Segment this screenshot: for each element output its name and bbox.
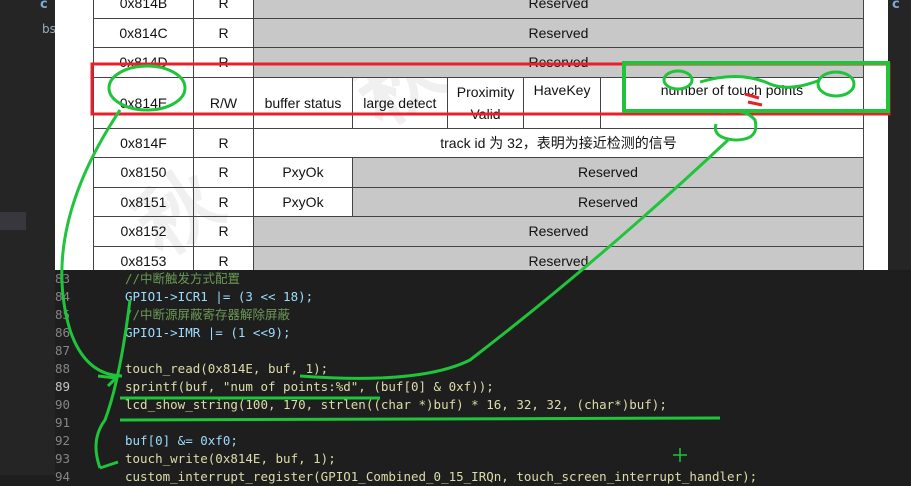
addr-cell: 0x814B xyxy=(93,0,194,19)
rw-cell: R xyxy=(193,216,254,247)
addr-cell: 0x814E xyxy=(93,76,194,129)
line-number: 93 xyxy=(55,451,71,466)
reserved-cell: Reserved xyxy=(253,216,864,247)
datasheet-screenshot: 秋 秋 秋 0x814B R Reserved 0x814C R Reserve… xyxy=(55,0,888,270)
line-number: 88 xyxy=(55,361,71,376)
sidebar-c-label: c xyxy=(40,0,48,12)
bit-buffer-status: buffer status xyxy=(253,76,353,129)
pxyok-cell: PxyOk xyxy=(253,157,353,188)
code-line-88[interactable]: touch_read(0x814E, buf, 1); xyxy=(125,360,328,378)
track-id-cell: track id 为 32，表明为接近检测的信号 xyxy=(253,127,864,158)
code-line-92[interactable]: buf[0] &= 0xf0; xyxy=(125,432,238,450)
code-line-85[interactable]: //中断源屏蔽寄存器解除屏蔽 xyxy=(125,306,290,324)
code-editor[interactable]: 83 84 85 86 87 88 89 90 91 92 93 94 //中断… xyxy=(55,270,911,484)
line-number: 90 xyxy=(55,397,71,412)
addr-cell: 0x814D xyxy=(93,47,194,78)
addr-cell: 0x8152 xyxy=(93,216,194,247)
line-number: 91 xyxy=(55,415,71,430)
code-line-93[interactable]: touch_write(0x814E, buf, 1); xyxy=(125,450,336,468)
activity-sidebar: c bs xyxy=(0,0,56,475)
register-table: 0x814B R Reserved 0x814C R Reserved 0x81… xyxy=(93,0,865,270)
line-number: 83 xyxy=(55,271,71,286)
rw-cell: R xyxy=(193,186,254,217)
code-line-83[interactable]: //中断触发方式配置 xyxy=(125,270,240,288)
table-row: 0x814C R Reserved xyxy=(93,17,864,48)
bit-number-of-touch-points: number of touch points xyxy=(599,76,865,129)
code-line-86[interactable]: GPIO1->IMR |= (1 <<9); xyxy=(125,324,291,342)
rw-cell: R/W xyxy=(193,76,254,129)
line-number: 86 xyxy=(55,325,71,340)
line-number-active: 89 xyxy=(55,379,71,394)
rw-cell: R xyxy=(193,127,254,158)
table-row: 0x814F R track id 为 32，表明为接近检测的信号 xyxy=(93,127,864,158)
table-row: 0x8153 R Reserved xyxy=(93,245,864,270)
reserved-cell: Reserved xyxy=(253,47,864,78)
code-line-89[interactable]: sprintf(buf, "num of points:%d", (buf[0]… xyxy=(125,378,494,396)
table-row: 0x8152 R Reserved xyxy=(93,216,864,247)
bit-large-detect: large detect xyxy=(351,76,448,129)
bit-havekey: HaveKey xyxy=(523,76,601,129)
addr-cell: 0x814F xyxy=(93,127,194,158)
rw-cell: R xyxy=(193,245,254,270)
reserved-cell: Reserved xyxy=(351,157,865,188)
reserved-cell: Reserved xyxy=(351,186,865,217)
code-line-94[interactable]: custom_interrupt_register(GPIO1_Combined… xyxy=(125,468,757,486)
table-row-814e: 0x814E R/W buffer status large detect Pr… xyxy=(93,76,865,129)
addr-cell: 0x8151 xyxy=(93,186,194,217)
sidebar-selected-row[interactable] xyxy=(0,212,26,230)
code-line-84[interactable]: GPIO1->ICR1 |= (3 << 18); xyxy=(125,288,313,306)
proximity-line2: Valid xyxy=(470,105,501,122)
right-panel-strip: c xyxy=(888,0,911,270)
line-number: 85 xyxy=(55,307,71,322)
reserved-cell: Reserved xyxy=(253,0,864,19)
line-number: 84 xyxy=(55,289,71,304)
reserved-cell: Reserved xyxy=(253,245,864,270)
sidebar-bs-label[interactable]: bs xyxy=(42,22,56,36)
line-number-gutter: 83 84 85 86 87 88 89 90 91 92 93 94 xyxy=(55,270,77,484)
pxyok-cell: PxyOk xyxy=(253,186,353,217)
line-number: 92 xyxy=(55,433,71,448)
table-row: 0x8150 R PxyOk Reserved xyxy=(93,157,865,188)
addr-cell: 0x8150 xyxy=(93,157,194,188)
addr-cell: 0x814C xyxy=(93,17,194,48)
rw-cell: R xyxy=(193,17,254,48)
bit-proximity-valid: Proximity Valid xyxy=(446,76,525,129)
rw-cell: R xyxy=(193,0,254,19)
right-tab-label[interactable]: c xyxy=(892,0,900,12)
reserved-cell: Reserved xyxy=(253,17,864,48)
code-line-90[interactable]: lcd_show_string(100, 170, strlen((char *… xyxy=(125,396,667,414)
line-number: 94 xyxy=(55,469,71,484)
table-row: 0x8151 R PxyOk Reserved xyxy=(93,186,865,217)
rw-cell: R xyxy=(193,157,254,188)
table-row: 0x814D R Reserved xyxy=(93,47,864,78)
table-row: 0x814B R Reserved xyxy=(93,0,864,19)
proximity-line1: Proximity xyxy=(456,83,515,100)
rw-cell: R xyxy=(193,47,254,78)
addr-cell: 0x8153 xyxy=(93,245,194,270)
line-number: 87 xyxy=(55,343,71,358)
